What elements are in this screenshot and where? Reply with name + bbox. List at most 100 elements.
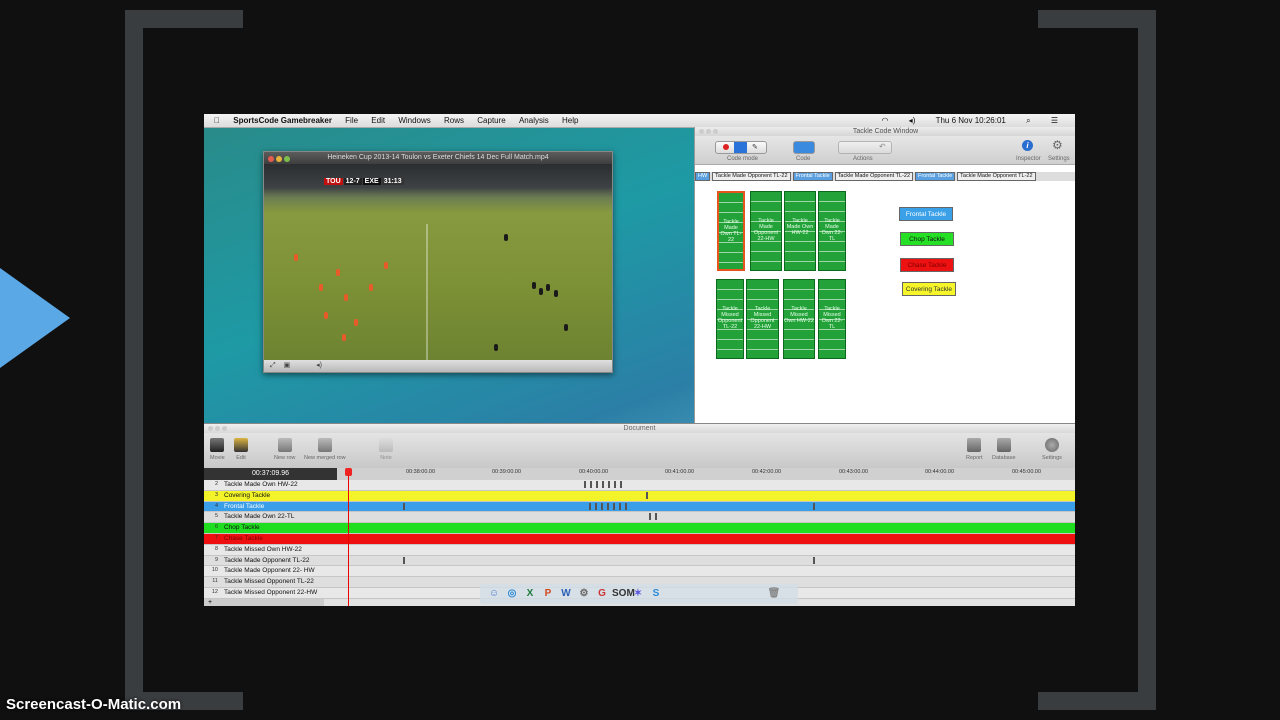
new-merged-row-button[interactable]: New merged row [304,438,346,461]
edit-button[interactable]: Edit [234,438,248,461]
timeline-row[interactable]: 10 Tackle Made Opponent 22- HW [204,566,1075,578]
spotlight-icon[interactable]: ⌕ [1026,114,1030,127]
instance-marker[interactable] [649,513,651,521]
instance-marker[interactable] [619,502,621,510]
row-tab[interactable]: Tackle Made Opponent TL-22 [712,172,791,181]
code-button-tackle-made-own-hw-22[interactable]: Tackle Made Own HW-22 [784,191,816,271]
row-track[interactable] [337,491,1065,501]
info-icon[interactable]: i [1022,140,1033,151]
trash-icon[interactable]: 🗑 [766,584,782,604]
note-button[interactable]: Note [379,438,393,461]
row-tab[interactable]: Tackle Made Opponent TL-22 [957,172,1036,181]
menu-file[interactable]: File [345,114,358,127]
row-name[interactable]: Tackle Made Opponent 22- HW [224,566,336,576]
instance-marker[interactable] [607,502,609,510]
instance-marker[interactable] [620,481,622,488]
notification-icon[interactable]: ☰ [1051,114,1058,127]
row-name[interactable]: Tackle Missed Opponent TL-22 [224,577,336,587]
finder-icon[interactable]: ☺ [486,584,502,604]
excel-icon[interactable]: X [522,584,538,604]
code-button[interactable] [793,141,815,154]
timeline-row[interactable]: 8 Tackle Missed Own HW-22 [204,544,1075,556]
instance-marker[interactable] [813,502,815,510]
label-button-chase-tackle[interactable]: Chase Tackle [900,258,954,272]
minimize-icon[interactable] [706,129,711,134]
instance-marker[interactable] [601,502,603,510]
row-track[interactable] [337,545,1065,555]
row-name[interactable]: Tackle Missed Own HW-22 [224,545,336,555]
instance-marker[interactable] [595,502,597,510]
row-track[interactable] [337,502,1065,512]
instance-marker[interactable] [403,502,405,510]
row-name[interactable]: Chop Tackle [224,523,336,533]
settings-button[interactable]: Settings [1042,438,1062,461]
label-button-covering-tackle[interactable]: Covering Tackle [902,282,956,296]
zoom-icon[interactable] [284,156,290,162]
instance-marker[interactable] [655,513,657,521]
menu-capture[interactable]: Capture [477,114,505,127]
timeline-row[interactable]: 7 Chase Tackle [204,533,1075,545]
code-mode-control[interactable]: ✎ [715,141,767,154]
row-tab[interactable]: Frontal Tackle [915,172,956,181]
instance-marker[interactable] [596,481,598,488]
row-name[interactable]: Frontal Tackle [224,502,336,512]
menu-help[interactable]: Help [562,114,578,127]
row-track[interactable] [337,566,1065,576]
app-menu[interactable]: SportsCode Gamebreaker [233,114,332,127]
zoom-icon[interactable] [713,129,718,134]
apple-icon[interactable]:  [214,114,220,127]
label-button-frontal-tackle[interactable]: Frontal Tackle [899,207,953,221]
code-button-tackle-missed-opponent-tl-22[interactable]: Tackle Missed Opponent TL-22 [716,279,744,359]
timeline-row[interactable]: 6 Chop Tackle [204,523,1075,534]
row-tab[interactable]: Frontal Tackle [792,172,833,181]
instance-marker[interactable] [813,556,815,564]
fullscreen-icon[interactable]: ⤢ [270,362,276,369]
row-name[interactable]: Chase Tackle [224,534,336,544]
row-tab[interactable]: HW [695,172,711,181]
gear-icon[interactable]: ⚙ [576,584,592,604]
powerpoint-icon[interactable]: P [540,584,556,604]
database-button[interactable]: Database [992,438,1016,461]
timeline-row[interactable]: 5 Tackle Made Own 22-TL [204,512,1075,524]
row-track[interactable] [337,480,1065,490]
movie-button[interactable]: Movie [210,438,225,461]
volume-icon[interactable]: ◂) [909,114,916,127]
instance-marker[interactable] [614,481,616,488]
row-tab[interactable]: Tackle Made Opponent TL-22 [834,172,914,181]
instance-marker[interactable] [625,502,627,510]
code-button-tackle-made-own-22-tl[interactable]: Tackle Made Own 22-TL [818,191,846,271]
instance-marker[interactable] [613,502,615,510]
code-title-bar[interactable]: Tackle Code Window [695,127,1075,136]
video-frame[interactable]: TOU 12-7 EXE 31:13 [264,164,612,360]
code-button-tackle-missed-own-hw-22[interactable]: Tackle Missed Own HW-22 [783,279,815,359]
code-button-tackle-made-opponent-22-hw[interactable]: Tackle Made Opponent 22-HW [750,191,782,271]
s-icon[interactable]: S [648,584,664,604]
star-icon[interactable]: ✶ [630,584,646,604]
row-track[interactable] [337,556,1065,566]
row-name[interactable]: Tackle Made Own 22-TL [224,512,336,522]
menu-rows[interactable]: Rows [444,114,464,127]
edit-icon[interactable]: ✎ [752,143,758,151]
wifi-icon[interactable]: ◠ [881,114,888,127]
instance-marker[interactable] [589,502,591,510]
close-icon[interactable] [699,129,704,134]
undo-icon[interactable]: ↶ [879,142,886,151]
record-icon[interactable] [723,144,729,150]
instance-marker[interactable] [602,481,604,488]
minimize-icon[interactable] [276,156,282,162]
playhead-handle[interactable] [345,468,352,476]
timeline-row[interactable]: 4 Frontal Tackle [204,501,1075,513]
report-button[interactable]: Report [966,438,983,461]
video-title-bar[interactable]: Heineken Cup 2013-14 Toulon vs Exeter Ch… [264,152,612,164]
timeline-row[interactable]: 9 Tackle Made Opponent TL-22 [204,555,1075,567]
instance-marker[interactable] [590,481,592,488]
close-icon[interactable] [268,156,274,162]
zoom-icon[interactable] [222,426,227,431]
menu-analysis[interactable]: Analysis [519,114,549,127]
playhead[interactable] [348,469,349,606]
g-icon[interactable]: G [594,584,610,604]
row-name[interactable]: Covering Tackle [224,491,336,501]
timeline-row[interactable]: 2 Tackle Made Own HW-22 [204,480,1075,491]
horizontal-scrollbar[interactable]: + [204,599,324,606]
row-track[interactable] [337,534,1065,544]
